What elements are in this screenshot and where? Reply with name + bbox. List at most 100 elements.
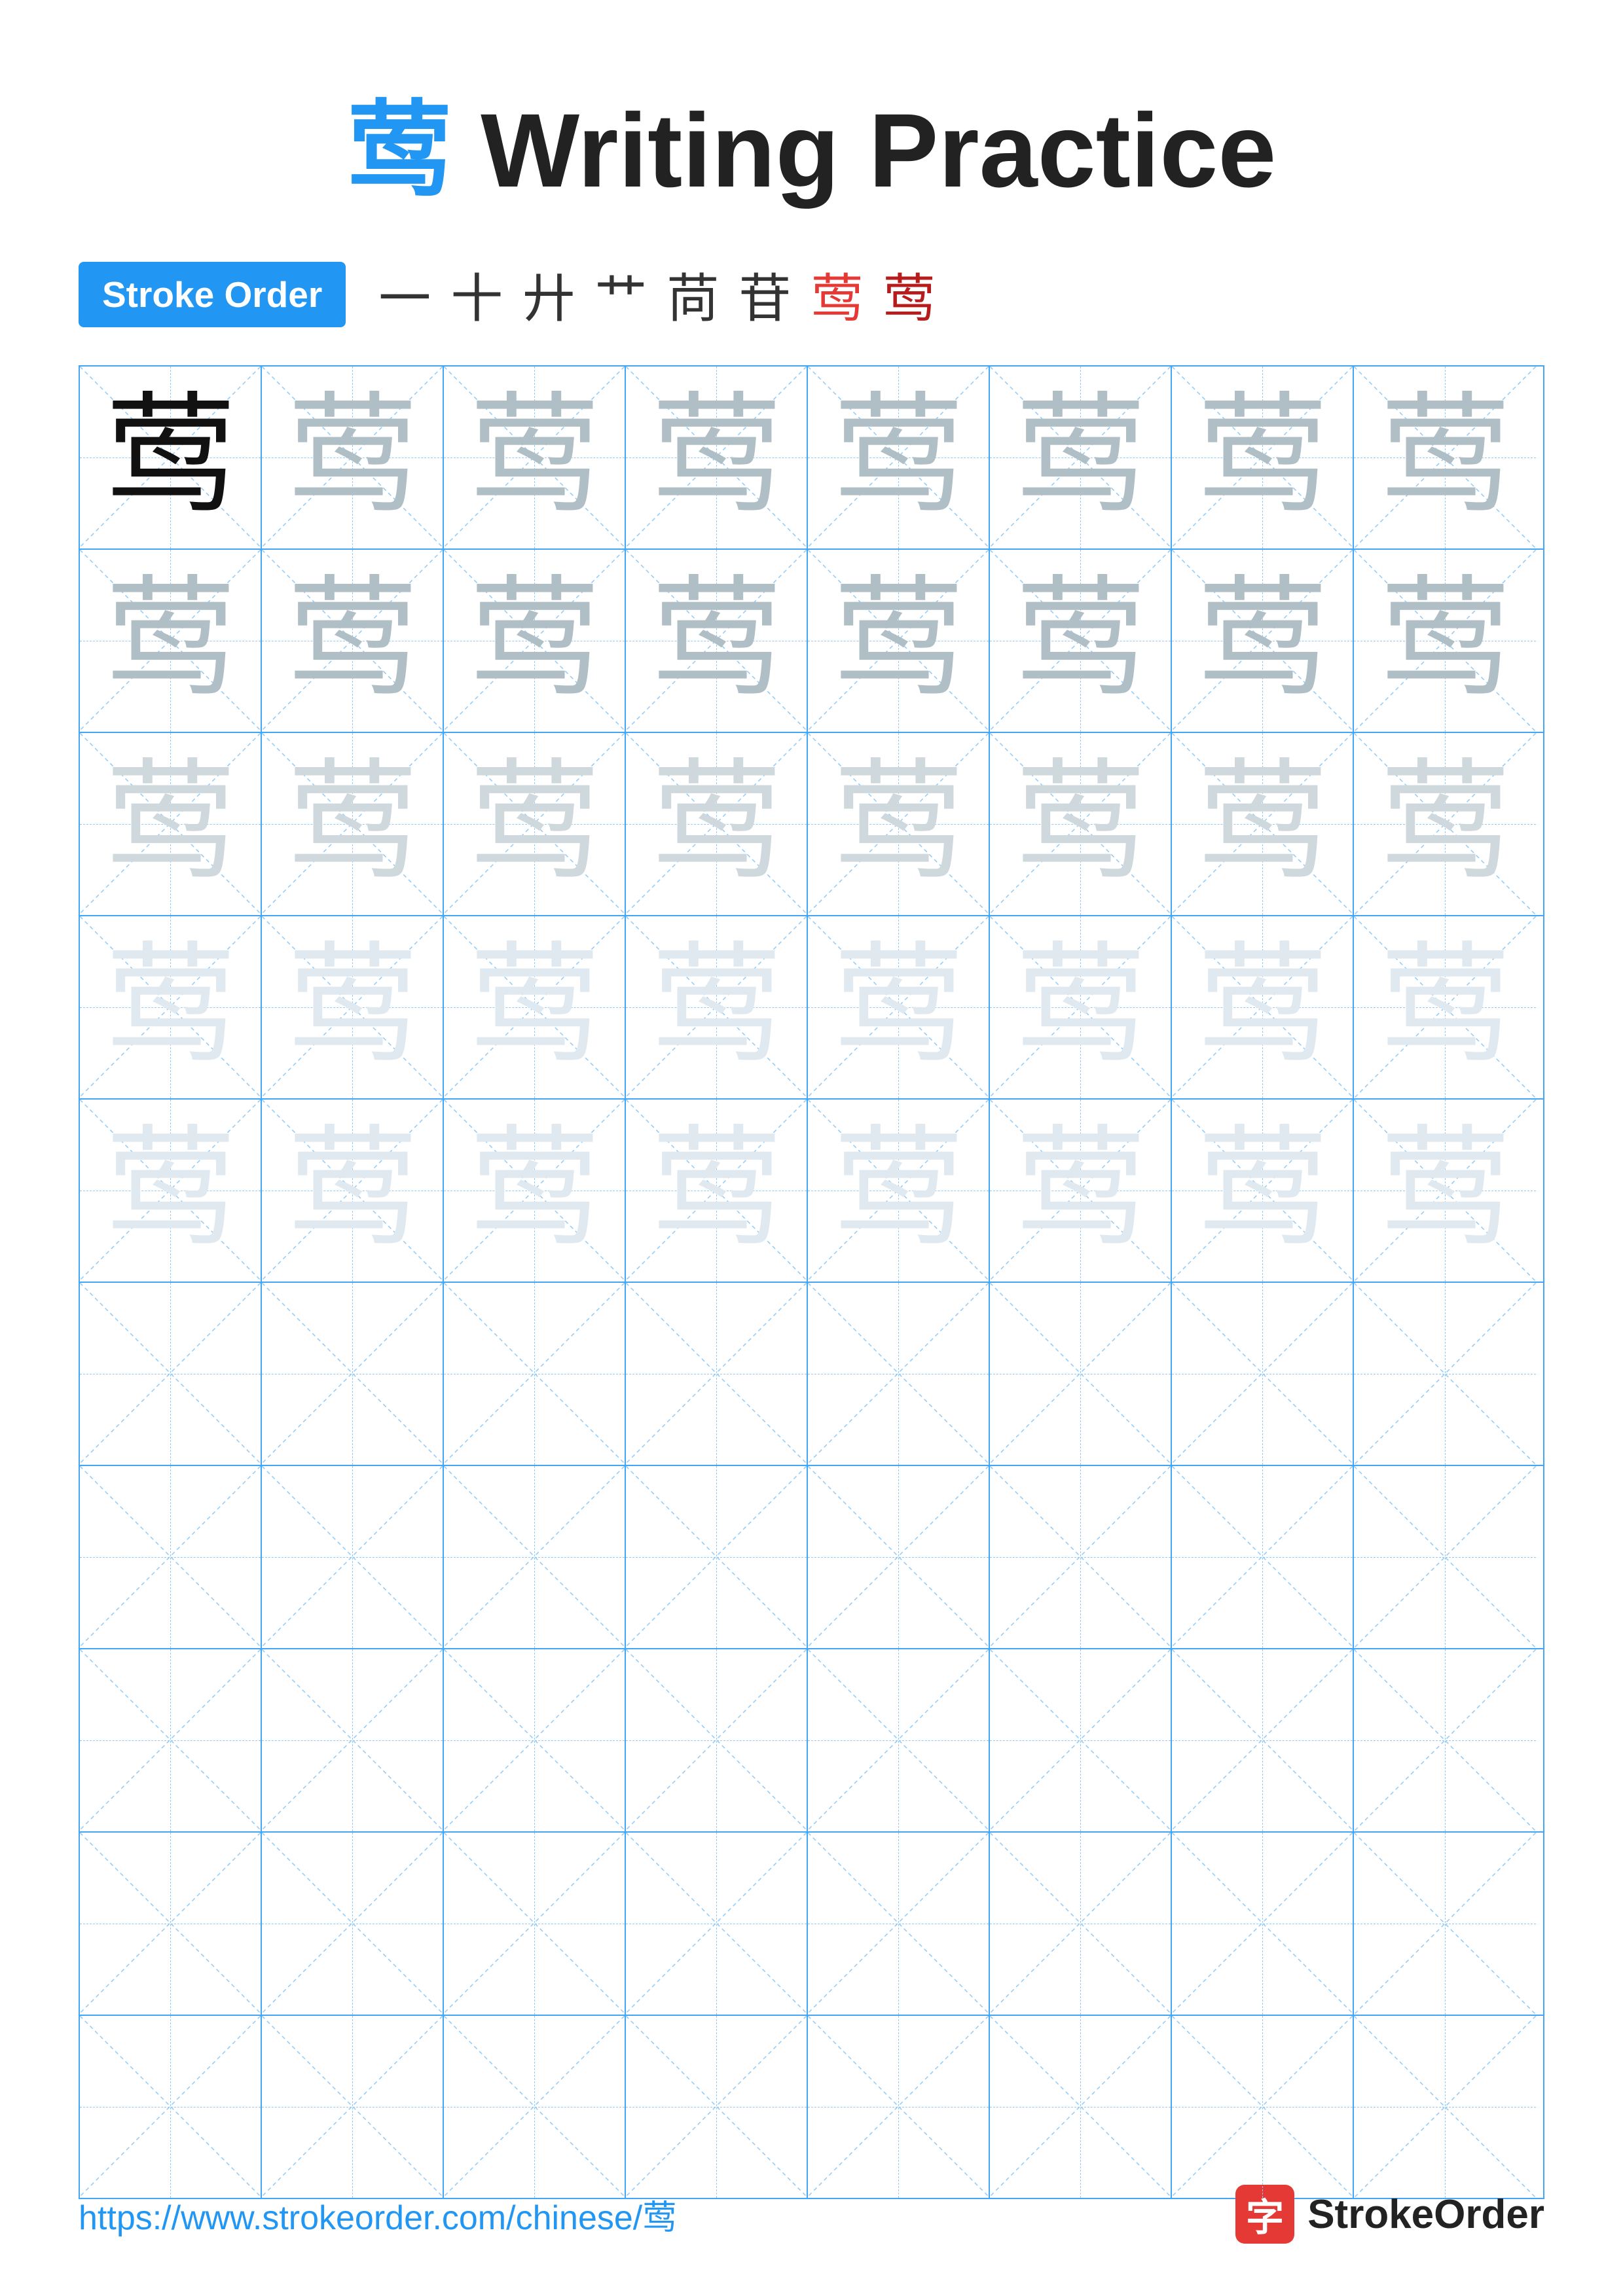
practice-char: 莺	[105, 1125, 236, 1256]
grid-cell-4-8[interactable]: 莺	[1354, 916, 1536, 1098]
grid-cell-5-4[interactable]: 莺	[626, 1100, 808, 1282]
grid-cell-7-2[interactable]	[262, 1466, 444, 1648]
grid-cell-4-1[interactable]: 莺	[80, 916, 262, 1098]
grid-cell-6-4[interactable]	[626, 1283, 808, 1465]
grid-cell-2-7[interactable]: 莺	[1172, 550, 1354, 732]
grid-cell-3-7[interactable]: 莺	[1172, 733, 1354, 915]
brand-icon: 字	[1235, 2185, 1294, 2244]
grid-cell-5-6[interactable]: 莺	[990, 1100, 1172, 1282]
grid-cell-10-6[interactable]	[990, 2016, 1172, 2198]
stroke-step-6: 苷	[739, 257, 791, 332]
grid-cell-6-6[interactable]	[990, 1283, 1172, 1465]
grid-cell-9-8[interactable]	[1354, 1833, 1536, 2015]
grid-cell-7-6[interactable]	[990, 1466, 1172, 1648]
grid-cell-10-1[interactable]	[80, 2016, 262, 2198]
grid-cell-1-4[interactable]: 莺	[626, 367, 808, 548]
grid-cell-3-8[interactable]: 莺	[1354, 733, 1536, 915]
grid-cell-6-7[interactable]	[1172, 1283, 1354, 1465]
grid-cell-10-4[interactable]	[626, 2016, 808, 2198]
grid-cell-1-8[interactable]: 莺	[1354, 367, 1536, 548]
grid-cell-8-4[interactable]	[626, 1649, 808, 1831]
practice-char: 莺	[833, 392, 964, 523]
grid-cell-3-4[interactable]: 莺	[626, 733, 808, 915]
grid-cell-2-4[interactable]: 莺	[626, 550, 808, 732]
grid-cell-4-5[interactable]: 莺	[808, 916, 990, 1098]
grid-cell-10-5[interactable]	[808, 2016, 990, 2198]
grid-cell-1-1[interactable]: 莺	[80, 367, 262, 548]
grid-cell-7-4[interactable]	[626, 1466, 808, 1648]
grid-cell-9-1[interactable]	[80, 1833, 262, 2015]
grid-cell-3-5[interactable]: 莺	[808, 733, 990, 915]
stroke-step-3: 廾	[522, 257, 575, 332]
grid-cell-7-8[interactable]	[1354, 1466, 1536, 1648]
grid-cell-4-7[interactable]: 莺	[1172, 916, 1354, 1098]
grid-cell-2-6[interactable]: 莺	[990, 550, 1172, 732]
grid-cell-4-3[interactable]: 莺	[444, 916, 626, 1098]
grid-cell-2-3[interactable]: 莺	[444, 550, 626, 732]
grid-cell-5-5[interactable]: 莺	[808, 1100, 990, 1282]
grid-row-1: 莺 莺 莺 莺 莺 莺 莺 莺	[80, 367, 1543, 550]
grid-cell-9-4[interactable]	[626, 1833, 808, 2015]
grid-cell-6-3[interactable]	[444, 1283, 626, 1465]
grid-cell-6-8[interactable]	[1354, 1283, 1536, 1465]
grid-cell-7-7[interactable]	[1172, 1466, 1354, 1648]
grid-cell-8-1[interactable]	[80, 1649, 262, 1831]
grid-cell-10-2[interactable]	[262, 2016, 444, 2198]
grid-cell-9-7[interactable]	[1172, 1833, 1354, 2015]
practice-char: 莺	[105, 942, 236, 1073]
grid-cell-6-2[interactable]	[262, 1283, 444, 1465]
grid-cell-5-3[interactable]: 莺	[444, 1100, 626, 1282]
grid-cell-8-5[interactable]	[808, 1649, 990, 1831]
grid-cell-5-8[interactable]: 莺	[1354, 1100, 1536, 1282]
grid-cell-3-6[interactable]: 莺	[990, 733, 1172, 915]
grid-cell-6-1[interactable]	[80, 1283, 262, 1465]
grid-cell-1-5[interactable]: 莺	[808, 367, 990, 548]
practice-char: 莺	[469, 575, 600, 706]
grid-cell-5-7[interactable]: 莺	[1172, 1100, 1354, 1282]
practice-char: 莺	[833, 759, 964, 889]
grid-row-7	[80, 1466, 1543, 1649]
grid-cell-1-6[interactable]: 莺	[990, 367, 1172, 548]
grid-row-9	[80, 1833, 1543, 2016]
practice-char: 莺	[1197, 392, 1328, 523]
footer: https://www.strokeorder.com/chinese/莺 字 …	[79, 2185, 1544, 2244]
grid-cell-7-1[interactable]	[80, 1466, 262, 1648]
grid-cell-6-5[interactable]	[808, 1283, 990, 1465]
grid-cell-10-7[interactable]	[1172, 2016, 1354, 2198]
grid-cell-3-1[interactable]: 莺	[80, 733, 262, 915]
grid-cell-1-2[interactable]: 莺	[262, 367, 444, 548]
grid-cell-4-4[interactable]: 莺	[626, 916, 808, 1098]
grid-cell-5-1[interactable]: 莺	[80, 1100, 262, 1282]
grid-cell-8-2[interactable]	[262, 1649, 444, 1831]
grid-cell-9-6[interactable]	[990, 1833, 1172, 2015]
practice-char: 莺	[105, 759, 236, 889]
grid-cell-3-2[interactable]: 莺	[262, 733, 444, 915]
grid-cell-7-5[interactable]	[808, 1466, 990, 1648]
grid-cell-7-3[interactable]	[444, 1466, 626, 1648]
grid-cell-1-3[interactable]: 莺	[444, 367, 626, 548]
practice-char: 莺	[1197, 575, 1328, 706]
grid-cell-9-5[interactable]	[808, 1833, 990, 2015]
grid-cell-2-8[interactable]: 莺	[1354, 550, 1536, 732]
grid-cell-4-6[interactable]: 莺	[990, 916, 1172, 1098]
grid-cell-5-2[interactable]: 莺	[262, 1100, 444, 1282]
grid-row-10	[80, 2016, 1543, 2198]
grid-cell-2-2[interactable]: 莺	[262, 550, 444, 732]
practice-grid: 莺 莺 莺 莺 莺 莺 莺 莺	[79, 365, 1544, 2199]
grid-cell-8-6[interactable]	[990, 1649, 1172, 1831]
grid-row-3: 莺 莺 莺 莺 莺 莺 莺 莺	[80, 733, 1543, 916]
grid-cell-8-7[interactable]	[1172, 1649, 1354, 1831]
grid-cell-2-1[interactable]: 莺	[80, 550, 262, 732]
grid-cell-10-3[interactable]	[444, 2016, 626, 2198]
grid-cell-1-7[interactable]: 莺	[1172, 367, 1354, 548]
grid-cell-4-2[interactable]: 莺	[262, 916, 444, 1098]
grid-cell-8-3[interactable]	[444, 1649, 626, 1831]
grid-cell-2-5[interactable]: 莺	[808, 550, 990, 732]
practice-char: 莺	[105, 575, 236, 706]
grid-cell-9-2[interactable]	[262, 1833, 444, 2015]
grid-cell-3-3[interactable]: 莺	[444, 733, 626, 915]
grid-cell-9-3[interactable]	[444, 1833, 626, 2015]
practice-char: 莺	[105, 392, 236, 523]
grid-cell-8-8[interactable]	[1354, 1649, 1536, 1831]
grid-cell-10-8[interactable]	[1354, 2016, 1536, 2198]
